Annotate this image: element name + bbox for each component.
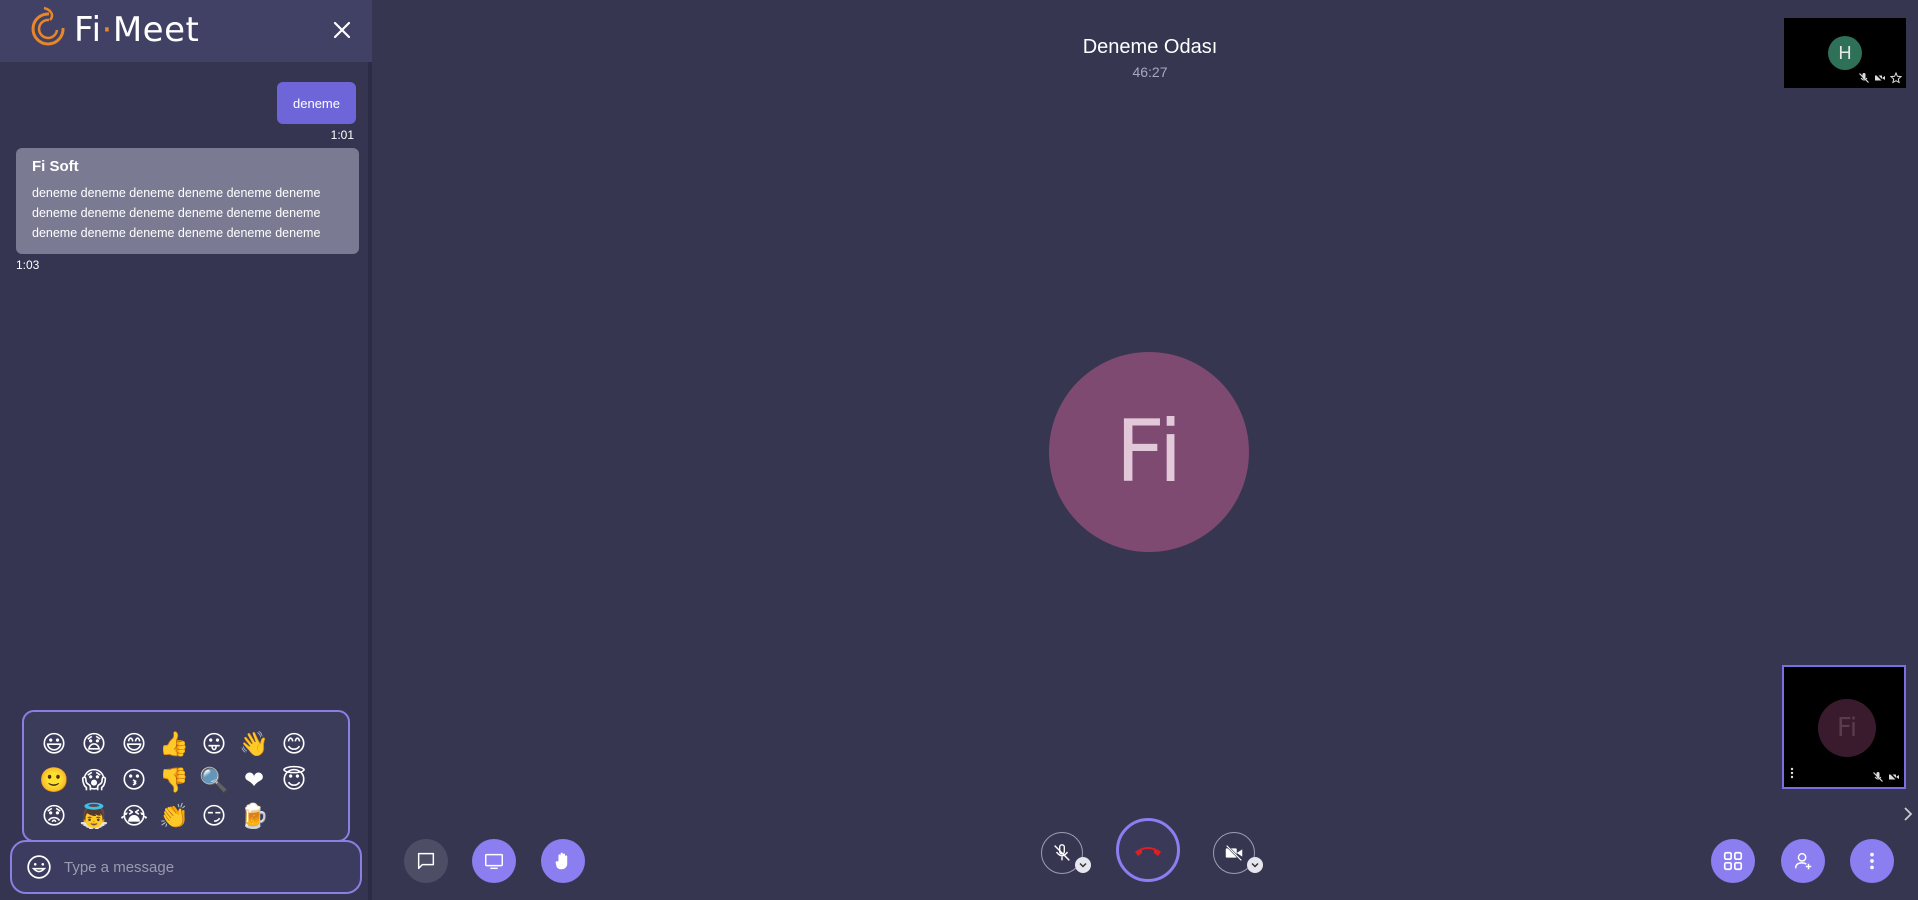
local-participant-tile[interactable]: Fi [1782, 665, 1906, 789]
raise-hand-icon [555, 852, 568, 870]
emoji-option[interactable]: 😧 [74, 726, 114, 762]
chevron-down-icon [1251, 862, 1259, 868]
remote-participant-tile[interactable]: H [1784, 18, 1906, 88]
camera-off-icon [1874, 72, 1886, 84]
chat-message-remote: Fi Soft deneme deneme deneme deneme dene… [16, 148, 359, 254]
invite-people-button[interactable] [1781, 839, 1825, 883]
emoji-option[interactable]: 😛 [194, 726, 234, 762]
emoji-option[interactable]: 👼 [74, 798, 114, 834]
participant-status-icons [1872, 771, 1900, 783]
mic-muted-icon [1859, 73, 1869, 83]
mic-muted-icon [1054, 844, 1070, 861]
chevron-down-icon [1079, 862, 1087, 868]
emoji-picker: 😃 😧 😄 👍 😛 👋 😊 🙂 😱 😗 👎 🔍 ❤ 😇 😟 👼 😭 👏 😏 🍺 [22, 710, 350, 842]
message-author: Fi Soft [32, 158, 79, 175]
message-timestamp: 1:03 [16, 258, 40, 272]
emoji-option[interactable]: 😏 [194, 798, 234, 834]
message-input[interactable] [64, 858, 344, 876]
emoji-option[interactable]: 🙂 [34, 762, 74, 798]
emoji-option[interactable]: 🔍 [194, 762, 234, 798]
emoji-option[interactable]: 👎 [154, 762, 194, 798]
emoji-option[interactable]: 😃 [34, 726, 74, 762]
tile-view-button[interactable] [1711, 839, 1755, 883]
emoji-option[interactable]: 😄 [114, 726, 154, 762]
fimeet-logo-icon [31, 6, 65, 46]
emoji-option[interactable]: 🍺 [234, 798, 274, 834]
hangup-icon [1135, 847, 1161, 856]
raise-hand-button[interactable] [541, 839, 585, 883]
avatar: H [1828, 36, 1862, 70]
emoji-option[interactable]: 😱 [74, 762, 114, 798]
message-timestamp: 1:01 [330, 128, 354, 142]
emoji-option[interactable]: 😊 [274, 726, 314, 762]
app-logo: Fi·Meet [30, 6, 199, 54]
add-user-icon [1794, 852, 1812, 870]
toggle-chat-button[interactable] [404, 839, 448, 883]
chat-sidebar: Fi·Meet deneme 1:01 Fi Soft deneme denem… [0, 0, 372, 900]
emoji-option[interactable]: 😟 [34, 798, 74, 834]
avatar: Fi [1818, 699, 1876, 757]
camera-off-icon [1225, 844, 1243, 862]
screen-share-icon [485, 853, 503, 870]
emoji-option[interactable]: 😇 [274, 762, 314, 798]
audio-settings-button[interactable] [1075, 857, 1091, 873]
emoji-option[interactable]: 👍 [154, 726, 194, 762]
dominant-speaker-avatar: Fi [1049, 352, 1249, 552]
more-vertical-icon [1870, 852, 1874, 870]
emoji-option[interactable]: 👏 [154, 798, 194, 834]
emoji-toggle-icon[interactable] [26, 854, 52, 880]
close-chat-button[interactable] [330, 18, 354, 42]
camera-off-icon [1888, 771, 1900, 783]
sidebar-header: Fi·Meet [0, 0, 372, 62]
star-icon [1890, 72, 1902, 84]
emoji-option[interactable]: 👋 [234, 726, 274, 762]
chat-message-own: deneme [277, 82, 356, 124]
emoji-grid: 😃 😧 😄 👍 😛 👋 😊 🙂 😱 😗 👎 🔍 ❤ 😇 😟 👼 😭 👏 😏 🍺 [34, 726, 348, 834]
mic-muted-icon [1873, 772, 1883, 782]
emoji-option[interactable]: ❤ [234, 762, 274, 798]
participant-status-icons [1858, 72, 1902, 84]
chevron-right-icon[interactable] [1902, 806, 1914, 822]
more-options-button[interactable] [1850, 839, 1894, 883]
share-screen-button[interactable] [472, 839, 516, 883]
room-name: Deneme Odası [1082, 36, 1218, 58]
video-settings-button[interactable] [1247, 857, 1263, 873]
grid-icon [1723, 851, 1743, 871]
close-icon [333, 21, 351, 39]
hangup-button[interactable] [1116, 818, 1180, 882]
emoji-option[interactable]: 😭 [114, 798, 154, 834]
call-duration: 46:27 [1132, 64, 1168, 80]
message-composer [10, 840, 362, 894]
message-text: deneme deneme deneme deneme deneme denem… [32, 186, 321, 240]
chat-icon [417, 852, 435, 870]
emoji-option[interactable]: 😗 [114, 762, 154, 798]
tile-menu-icon[interactable] [1790, 767, 1794, 779]
app-name: Fi·Meet [74, 10, 200, 50]
